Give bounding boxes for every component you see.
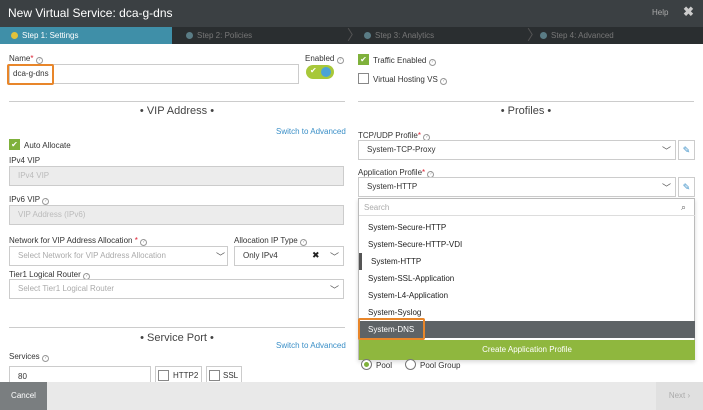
ssl-option[interactable]: SSL <box>206 366 242 382</box>
vip-section-title: • VIP Address • <box>139 105 215 117</box>
tier1-select[interactable]: Select Tier1 Logical Router <box>9 279 344 299</box>
network-select[interactable]: Select Network for VIP Address Allocatio… <box>9 246 228 266</box>
dropdown-option[interactable]: System-SSL-Application <box>359 270 695 287</box>
name-highlight <box>7 64 54 85</box>
ipv6-input[interactable]: VIP Address (IPv6) <box>9 205 344 225</box>
window-title: New Virtual Service: dca-g-dns <box>8 6 173 20</box>
wizard-steps: Step 1: Settings Step 2: Policies 〉 Step… <box>0 27 703 44</box>
dropdown-option[interactable]: System-HTTP <box>359 253 695 270</box>
step-status-icon <box>186 32 193 39</box>
http2-checkbox[interactable] <box>158 370 169 381</box>
services-label: Services ? <box>9 352 49 362</box>
help-icon: ? <box>299 239 307 246</box>
tab-step-analytics[interactable]: Step 3: Analytics <box>364 27 524 44</box>
step-status-icon <box>364 32 371 39</box>
tab-step-settings[interactable]: Step 1: Settings <box>0 27 172 44</box>
step-separator-icon: 〉 <box>347 27 361 43</box>
footer-bar: Cancel Next › <box>0 382 703 410</box>
switch-advanced-link[interactable]: Switch to Advanced <box>276 127 346 136</box>
dropdown-option[interactable]: System-L4-Application <box>359 287 695 304</box>
pool-group-radio[interactable] <box>405 359 416 370</box>
search-input[interactable]: Search <box>359 199 695 216</box>
step-label: Step 4: Advanced <box>551 31 614 40</box>
dropdown-option[interactable]: System-Secure-HTTP <box>359 219 695 236</box>
clear-icon[interactable]: ✖ <box>312 250 320 261</box>
auto-allocate-checkbox[interactable]: ✔ <box>9 139 20 150</box>
next-button[interactable]: Next › <box>656 382 703 410</box>
ssl-label: SSL <box>223 371 239 380</box>
help-icon: ? <box>140 239 148 246</box>
dropdown-option[interactable]: System-Secure-HTTP-VDI <box>359 236 695 253</box>
ipv4-label: IPv4 VIP <box>9 156 41 165</box>
enabled-toggle[interactable]: ✔ <box>306 65 334 79</box>
help-icon: ? <box>35 57 43 64</box>
enabled-label: Enabled ? <box>305 54 344 64</box>
app-profile-select[interactable]: System-HTTP <box>358 177 676 197</box>
edit-tcp-profile-icon[interactable]: ✎ <box>678 140 695 160</box>
tab-step-policies[interactable]: Step 2: Policies <box>186 27 346 44</box>
switch-advanced-link[interactable]: Switch to Advanced <box>276 341 346 350</box>
step-label: Step 1: Settings <box>22 31 79 40</box>
tcp-profile-select[interactable]: System-TCP-Proxy <box>358 140 676 160</box>
cancel-button[interactable]: Cancel <box>0 382 47 410</box>
help-icon: ? <box>41 355 49 362</box>
auto-allocate-label: Auto Allocate <box>24 141 71 150</box>
ipv4-input[interactable]: IPv4 VIP <box>9 166 344 186</box>
chevron-down-icon: ﹀ <box>216 252 226 262</box>
help-icon: ? <box>440 78 448 85</box>
traffic-enabled-label: Traffic Enabled ? <box>373 56 436 66</box>
divider <box>358 101 694 102</box>
alloc-type-select[interactable]: Only IPv4 <box>234 246 344 266</box>
tab-step-advanced[interactable]: Step 4: Advanced <box>540 27 700 44</box>
services-input[interactable]: 80 <box>9 366 151 382</box>
close-icon[interactable]: ✖ <box>683 4 694 20</box>
chevron-down-icon: ﹀ <box>330 252 340 262</box>
step-status-icon <box>11 32 18 39</box>
create-app-profile-button[interactable]: Create Application Profile <box>359 340 695 360</box>
help-icon: ? <box>428 59 436 66</box>
virtual-hosting-label: Virtual Hosting VS ? <box>373 75 448 85</box>
chevron-down-icon: ﹀ <box>662 146 672 156</box>
dns-highlight <box>358 318 425 340</box>
step-label: Step 2: Policies <box>197 31 253 40</box>
virtual-hosting-checkbox[interactable] <box>358 73 369 84</box>
ipv6-label: IPv6 VIP ? <box>9 195 50 205</box>
network-label: Network for VIP Address Allocation * ? <box>9 236 148 246</box>
name-label: Name* ? <box>9 54 43 64</box>
edit-app-profile-icon[interactable]: ✎ <box>678 177 695 197</box>
step-separator-icon: 〉 <box>527 27 541 43</box>
chevron-down-icon: ﹀ <box>330 285 340 295</box>
check-icon: ✔ <box>310 66 317 75</box>
title-bar: New Virtual Service: dca-g-dns Help ✖ <box>0 0 703 27</box>
ssl-checkbox[interactable] <box>209 370 220 381</box>
divider <box>9 101 345 102</box>
http2-label: HTTP2 <box>173 371 199 380</box>
search-icon: ⌕ <box>681 202 687 212</box>
help-icon: ? <box>336 57 344 64</box>
traffic-enabled-checkbox[interactable]: ✔ <box>358 54 369 65</box>
chevron-down-icon: ﹀ <box>662 183 672 193</box>
divider <box>9 327 345 328</box>
alloc-type-label: Allocation IP Type ? <box>234 236 307 246</box>
pool-label: Pool <box>376 361 393 370</box>
http2-option[interactable]: HTTP2 <box>155 366 202 382</box>
step-label: Step 3: Analytics <box>375 31 435 40</box>
help-icon: ? <box>42 198 50 205</box>
step-status-icon <box>540 32 547 39</box>
pool-group-label: Pool Group <box>420 361 461 370</box>
pool-radio[interactable] <box>361 359 372 370</box>
profiles-section-title: • Profiles • <box>500 105 552 117</box>
help-link[interactable]: Help <box>652 8 668 17</box>
